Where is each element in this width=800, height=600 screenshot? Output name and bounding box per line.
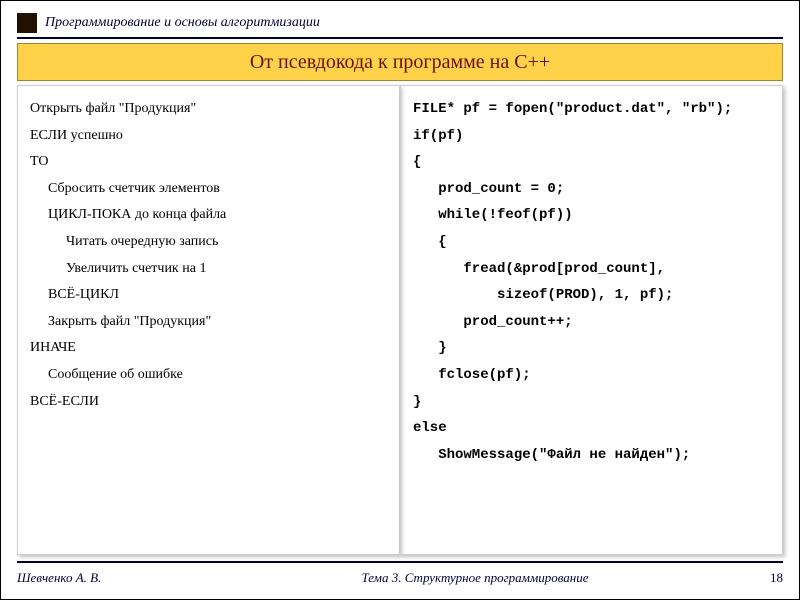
pseudo-line: ВСЁ-ЕСЛИ <box>30 389 387 416</box>
pseudo-line: Читать очередную запись <box>30 229 387 256</box>
content-area: Открыть файл "Продукция" ЕСЛИ успешно ТО… <box>17 85 783 555</box>
code-line: } <box>413 389 770 416</box>
code-line: { <box>413 229 770 256</box>
code-line: prod_count = 0; <box>413 176 770 203</box>
code-line: sizeof(PROD), 1, pf); <box>413 282 770 309</box>
code-column: FILE* pf = fopen("product.dat", "rb"); i… <box>400 85 783 555</box>
logo-icon <box>17 13 37 33</box>
slide-footer: Шевченко А. В. Тема 3. Структурное прогр… <box>17 561 783 593</box>
code-line: FILE* pf = fopen("product.dat", "rb"); <box>413 96 770 123</box>
code-line: fclose(pf); <box>413 362 770 389</box>
pseudo-line: ТО <box>30 149 387 176</box>
code-line: if(pf) <box>413 123 770 150</box>
code-line: prod_count++; <box>413 309 770 336</box>
pseudo-line: ВСЁ-ЦИКЛ <box>30 282 387 309</box>
slide-header: Программирование и основы алгоритмизации <box>17 9 783 39</box>
code-line: while(!feof(pf)) <box>413 202 770 229</box>
pseudo-line: ЕСЛИ успешно <box>30 123 387 150</box>
title-bar: От псевдокода к программе на C++ <box>17 43 783 81</box>
pseudo-line: Увеличить счетчик на 1 <box>30 256 387 283</box>
pseudo-line: Сбросить счетчик элементов <box>30 176 387 203</box>
code-line: ShowMessage("Файл не найден"); <box>413 442 770 469</box>
footer-page-number: 18 <box>733 570 783 586</box>
pseudo-line: ИНАЧЕ <box>30 335 387 362</box>
pseudo-line: Закрыть файл "Продукция" <box>30 309 387 336</box>
pseudo-line: ЦИКЛ-ПОКА до конца файла <box>30 202 387 229</box>
pseudo-line: Сообщение об ошибке <box>30 362 387 389</box>
code-line: else <box>413 415 770 442</box>
pseudo-line: Открыть файл "Продукция" <box>30 96 387 123</box>
slide-title: От псевдокода к программе на C++ <box>250 51 550 74</box>
code-line: fread(&prod[prod_count], <box>413 256 770 283</box>
course-title: Программирование и основы алгоритмизации <box>45 15 320 31</box>
slide: Программирование и основы алгоритмизации… <box>0 0 800 600</box>
footer-author: Шевченко А. В. <box>17 570 217 586</box>
code-line: { <box>413 149 770 176</box>
footer-topic: Тема 3. Структурное программирование <box>217 570 733 586</box>
code-line: } <box>413 335 770 362</box>
pseudocode-column: Открыть файл "Продукция" ЕСЛИ успешно ТО… <box>17 85 400 555</box>
